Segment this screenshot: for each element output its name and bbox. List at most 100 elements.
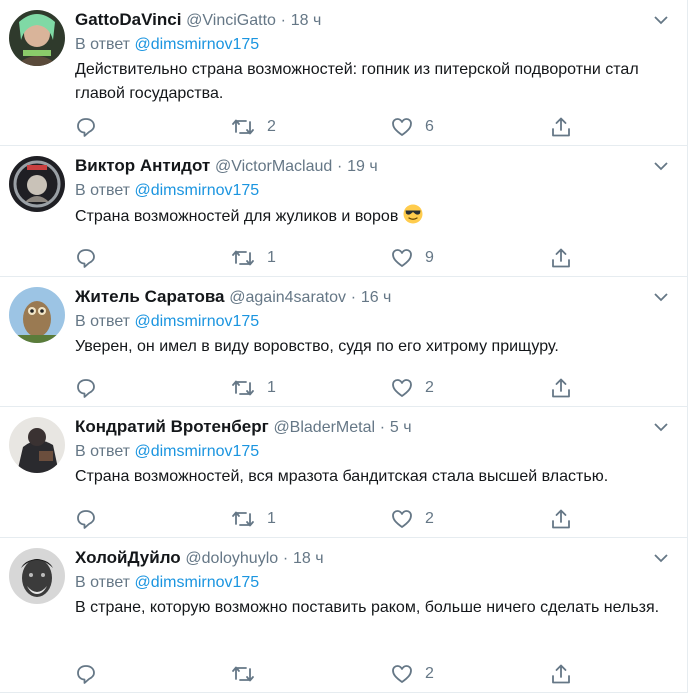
- reply-icon: [77, 249, 95, 268]
- avatar[interactable]: [9, 548, 65, 604]
- like-button[interactable]: 2: [391, 662, 434, 686]
- author-name[interactable]: Кондратий Вротенберг: [75, 417, 269, 436]
- share-icon: [552, 378, 570, 398]
- like-button[interactable]: 6: [391, 115, 434, 139]
- reply-prefix: В ответ: [75, 443, 131, 460]
- avatar[interactable]: [9, 10, 65, 66]
- reply-mention[interactable]: @dimsmirnov175: [134, 443, 259, 460]
- share-icon: [552, 664, 570, 684]
- reply-prefix: В ответ: [75, 313, 131, 330]
- caret-down-icon[interactable]: [653, 550, 669, 566]
- author-name[interactable]: ХолойДуйло: [75, 548, 181, 567]
- reply-icon: [77, 118, 95, 137]
- retweet-button[interactable]: 1: [231, 246, 276, 270]
- like-button[interactable]: 9: [391, 246, 434, 270]
- author-handle[interactable]: @again4saratov: [229, 289, 346, 306]
- share-button[interactable]: [550, 115, 572, 139]
- tweet-text-container: Страна возможностей для жуликов и воров: [75, 204, 667, 229]
- author-name[interactable]: Житель Саратова: [75, 287, 225, 306]
- tweet-text: Уверен, он имел в виду воровство, судя п…: [75, 338, 559, 355]
- reply-icon: [77, 665, 95, 684]
- reply-mention[interactable]: @dimsmirnov175: [134, 182, 259, 199]
- sunglasses-emoji-icon: [403, 204, 423, 224]
- like-icon: [392, 118, 412, 136]
- author-name[interactable]: GattoDaVinci: [75, 10, 181, 29]
- tweet[interactable]: Кондратий Вротенберг @BladerMetal · 5 ч …: [0, 407, 687, 538]
- separator-dot: ·: [282, 550, 289, 567]
- reply-button[interactable]: [75, 376, 109, 400]
- avatar[interactable]: [9, 156, 65, 212]
- retweet-count: 1: [267, 249, 276, 266]
- tweet-timestamp[interactable]: 19 ч: [347, 158, 378, 175]
- retweet-count: 1: [267, 379, 276, 396]
- share-icon: [552, 117, 570, 137]
- tweet-timestamp[interactable]: 18 ч: [291, 12, 322, 29]
- reply-context: В ответ @dimsmirnov175: [75, 179, 667, 203]
- reply-context: В ответ @dimsmirnov175: [75, 440, 667, 464]
- retweet-button[interactable]: 1: [231, 376, 276, 400]
- caret-down-icon[interactable]: [653, 289, 669, 305]
- reply-mention[interactable]: @dimsmirnov175: [134, 574, 259, 591]
- caret-down-icon[interactable]: [653, 12, 669, 28]
- share-button[interactable]: [550, 507, 572, 531]
- reply-button[interactable]: [75, 507, 109, 531]
- reply-mention[interactable]: @dimsmirnov175: [134, 36, 259, 53]
- tweet-timestamp[interactable]: 5 ч: [390, 419, 412, 436]
- tweet-actions: 2: [75, 662, 595, 686]
- reply-prefix: В ответ: [75, 36, 131, 53]
- caret-down-icon[interactable]: [653, 158, 669, 174]
- reply-prefix: В ответ: [75, 574, 131, 591]
- retweet-button[interactable]: 1: [231, 507, 276, 531]
- share-icon: [552, 509, 570, 529]
- share-button[interactable]: [550, 662, 572, 686]
- reply-icon: [77, 379, 95, 398]
- tweet-actions: 1 9: [75, 246, 595, 270]
- reply-context: В ответ @dimsmirnov175: [75, 33, 667, 57]
- avatar[interactable]: [9, 417, 65, 473]
- avatar[interactable]: [9, 287, 65, 343]
- tweet-text: Страна возможностей, вся мразота бандитс…: [75, 468, 609, 485]
- retweet-icon: [232, 511, 254, 527]
- author-handle[interactable]: @BladerMetal: [273, 419, 375, 436]
- tweet[interactable]: Житель Саратова @again4saratov · 16 ч В …: [0, 277, 687, 407]
- like-icon: [392, 510, 412, 528]
- reply-button[interactable]: [75, 115, 109, 139]
- reply-icon: [77, 510, 95, 529]
- share-button[interactable]: [550, 376, 572, 400]
- tweet-timestamp[interactable]: 16 ч: [361, 289, 392, 306]
- author-name[interactable]: Виктор Антидот: [75, 156, 210, 175]
- reply-context: В ответ @dimsmirnov175: [75, 571, 667, 595]
- separator-dot: ·: [379, 419, 386, 436]
- retweet-button[interactable]: 2: [231, 115, 276, 139]
- tweet[interactable]: GattoDaVinci @VinciGatto · 18 ч В ответ …: [0, 0, 687, 146]
- like-count: 2: [425, 510, 434, 527]
- like-count: 9: [425, 249, 434, 266]
- tweet-actions: 1 2: [75, 507, 595, 531]
- separator-dot: ·: [337, 158, 343, 175]
- tweet-text: Действительно страна возможностей: гопни…: [75, 61, 639, 102]
- retweet-icon: [232, 666, 254, 682]
- like-button[interactable]: 2: [391, 376, 434, 400]
- author-handle[interactable]: @VictorMaclaud: [215, 158, 332, 175]
- retweet-button[interactable]: [231, 662, 267, 686]
- tweet[interactable]: ХолойДуйло @doloyhuylo · 18 ч В ответ @d…: [0, 538, 687, 693]
- tweet[interactable]: Виктор Антидот @VictorMaclaud · 19 ч В о…: [0, 146, 687, 277]
- reply-context: В ответ @dimsmirnov175: [75, 310, 667, 334]
- reply-button[interactable]: [75, 662, 109, 686]
- retweet-icon: [232, 250, 254, 266]
- retweet-count: 1: [267, 510, 276, 527]
- like-button[interactable]: 2: [391, 507, 434, 531]
- author-handle[interactable]: @VinciGatto: [186, 12, 276, 29]
- reply-mention[interactable]: @dimsmirnov175: [134, 313, 259, 330]
- share-button[interactable]: [550, 246, 572, 270]
- tweet-text: Страна возможностей для жуликов и воров: [75, 208, 399, 225]
- tweet-timestamp[interactable]: 18 ч: [293, 550, 324, 567]
- reply-button[interactable]: [75, 246, 109, 270]
- author-handle[interactable]: @doloyhuylo: [185, 550, 278, 567]
- like-icon: [392, 249, 412, 267]
- caret-down-icon[interactable]: [653, 419, 669, 435]
- like-icon: [392, 665, 412, 683]
- reply-prefix: В ответ: [75, 182, 131, 199]
- tweet-actions: 1 2: [75, 376, 595, 400]
- retweet-count: 2: [267, 118, 276, 135]
